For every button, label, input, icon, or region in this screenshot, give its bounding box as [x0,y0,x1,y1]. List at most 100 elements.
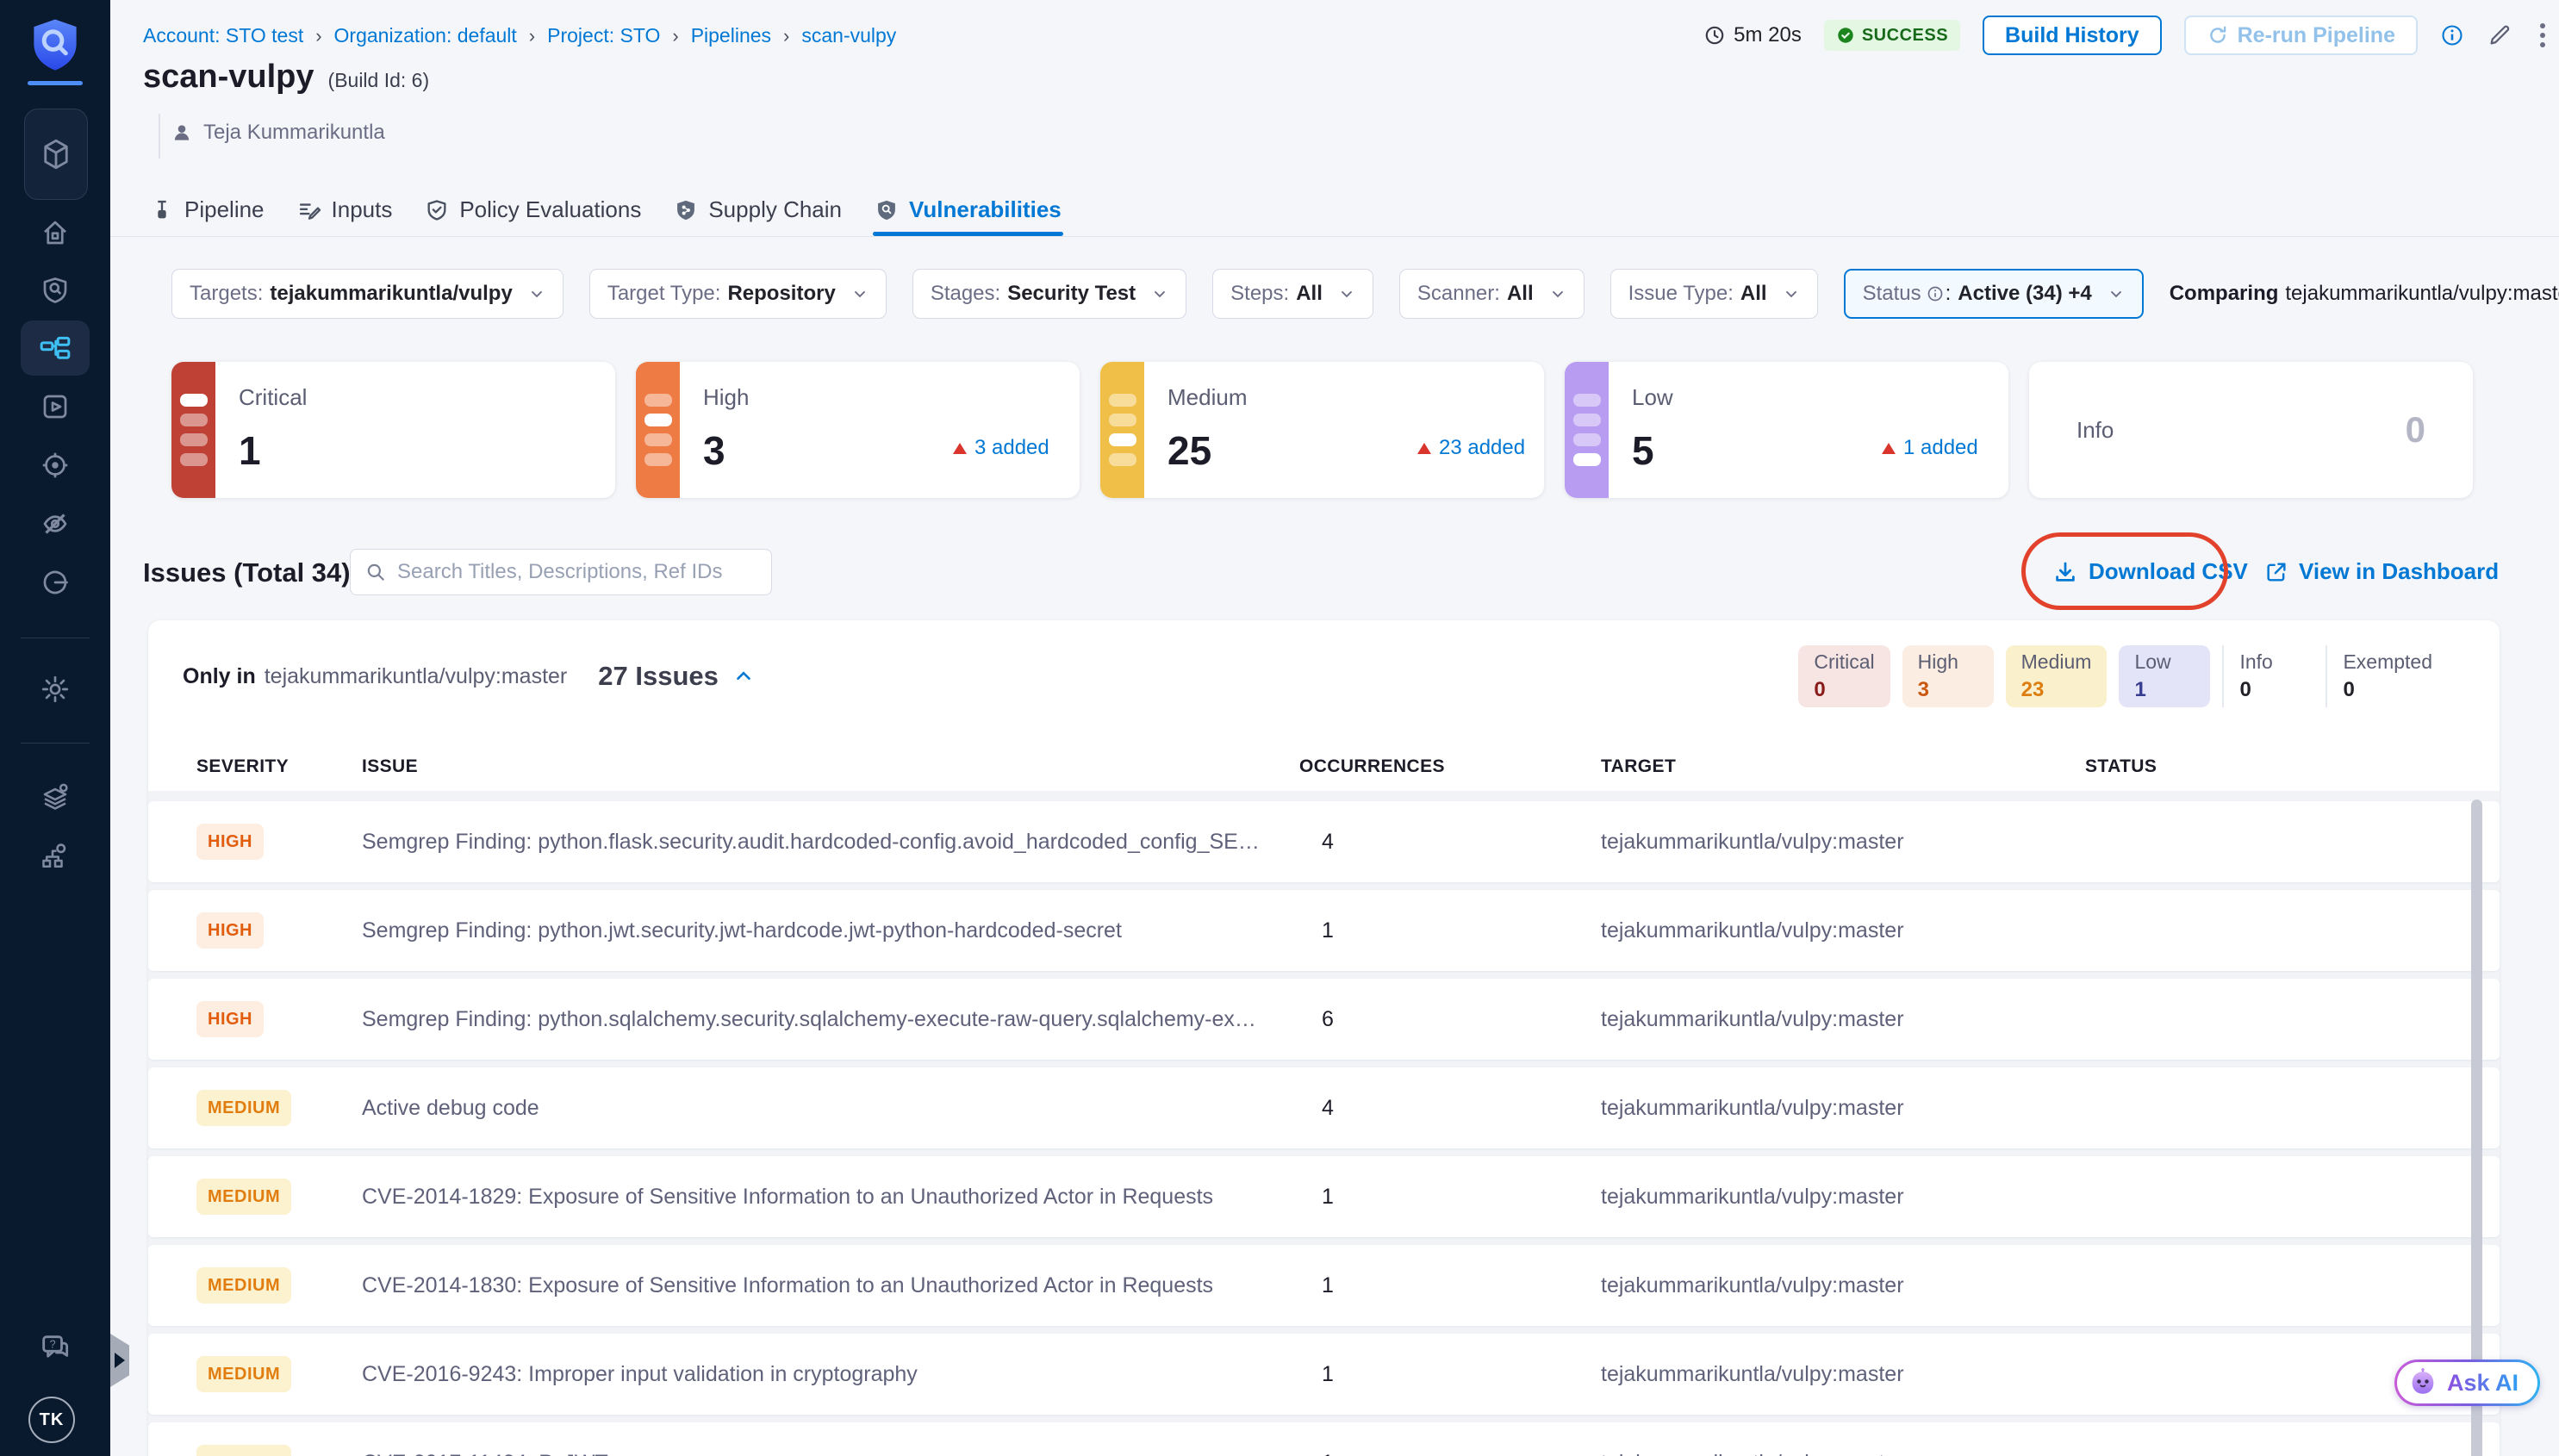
chevron-down-icon [1151,285,1168,302]
tab-supply-chain[interactable]: Supply Chain [672,184,844,236]
edit-pipeline-icon[interactable] [2487,22,2512,48]
severity-chip[interactable]: Medium 23 [2006,645,2108,707]
rerun-pipeline-button[interactable]: Re-run Pipeline [2184,16,2418,55]
table-scrollbar[interactable] [2471,800,2482,1456]
sidebar-expand-handle[interactable] [110,1334,129,1387]
breadcrumb-item: scan-vulpy › [801,24,896,47]
issue-target: tejakummarikuntla/vulpy:master [1601,1362,2085,1387]
breadcrumb-item: Organization: default › [334,24,548,47]
sidebar: ? TK [0,0,110,1456]
view-in-dashboard-button[interactable]: View in Dashboard [2264,558,2499,585]
chevron-down-icon [2108,285,2125,302]
severity-added-delta: 1 added [1882,436,1978,460]
chevron-down-icon [1338,285,1355,302]
tab-pipeline[interactable]: Pipeline [148,184,266,236]
table-row[interactable]: MEDIUM CVE-2016-9243: Improper input val… [148,1334,2500,1415]
sidebar-item-help[interactable]: ? [0,1331,110,1366]
issue-title: Semgrep Finding: python.jwt.security.jwt… [362,918,1299,943]
chevron-right-icon: › [672,25,678,47]
sidebar-item-home[interactable] [0,217,110,248]
sidebar-item-executions[interactable] [0,391,110,422]
table-row[interactable]: MEDIUM CVE-2017-11424: PyJWT ... 1 tejak… [148,1422,2500,1456]
chevron-down-icon [1549,285,1566,302]
table-row[interactable]: MEDIUM CVE-2014-1829: Exposure of Sensit… [148,1156,2500,1237]
ai-mascot-icon [2407,1367,2438,1398]
table-row[interactable]: MEDIUM Active debug code 4 tejakummariku… [148,1067,2500,1148]
info-icon[interactable] [2440,23,2464,47]
harness-sto-logo-icon[interactable] [29,17,81,72]
added-triangle-icon [1417,443,1431,454]
tab-inputs[interactable]: Inputs [296,184,395,236]
severity-card-count: 3 [703,427,725,474]
cube-icon [38,136,74,172]
severity-chip[interactable]: High 3 [1902,645,1994,707]
module-selector-button[interactable] [24,109,88,200]
filter-dropdown[interactable]: Steps: All [1212,269,1373,319]
search-icon [364,561,387,583]
issue-target: tejakummarikuntla/vulpy:master [1601,830,2085,855]
table-row[interactable]: HIGH Semgrep Finding: python.flask.secur… [148,801,2500,882]
breadcrumb-item: Account: STO test › [143,24,334,47]
breadcrumb-link[interactable]: Project: STO [547,24,660,47]
chevron-up-icon[interactable] [732,665,755,688]
issue-target: tejakummarikuntla/vulpy:master [1601,1185,2085,1210]
breadcrumb-link[interactable]: Pipelines [691,24,771,47]
filter-dropdown[interactable]: Scanner: All [1399,269,1585,319]
person-icon [171,121,193,144]
table-row[interactable]: MEDIUM CVE-2014-1830: Exposure of Sensit… [148,1245,2500,1326]
tab-policy-evaluations[interactable]: Policy Evaluations [423,184,643,236]
sidebar-item-modules[interactable] [0,781,110,812]
filter-dropdown[interactable]: Issue Type: All [1610,269,1818,319]
table-row[interactable]: HIGH Semgrep Finding: python.jwt.securit… [148,890,2500,971]
inputs-tab-icon [297,198,321,222]
severity-badge: MEDIUM [196,1356,291,1392]
filter-dropdown[interactable]: Target Type: Repository [589,269,887,319]
sidebar-item-targets[interactable] [0,450,110,481]
table-row[interactable]: HIGH Semgrep Finding: python.sqlalchemy.… [148,979,2500,1060]
issue-title: CVE-2016-9243: Improper input validation… [362,1362,1299,1387]
severity-card[interactable]: Critical 1 [171,362,615,498]
author-indent-line [159,114,160,159]
table-header: SEVERITY ISSUE OCCURRENCES TARGET STATUS [148,750,2500,784]
breadcrumb: Account: STO test › Organization: defaul… [143,24,896,47]
ask-ai-button[interactable]: Ask AI [2394,1360,2540,1406]
col-status-header: STATUS [2085,756,2451,777]
severity-card-count: 0 [2406,409,2425,451]
filter-dropdown[interactable]: Stages: Security Test [912,269,1186,319]
severity-gauge-icon [1100,362,1144,498]
severity-chip[interactable]: Low 1 [2119,645,2210,707]
info-severity-card[interactable]: Info 0 [2029,362,2473,498]
breadcrumb-link[interactable]: Account: STO test [143,24,303,47]
sidebar-item-pipelines[interactable] [0,333,110,365]
sidebar-item-scans[interactable] [0,275,110,306]
sidebar-item-exemptions[interactable] [0,508,110,539]
sidebar-item-chaos[interactable] [0,567,110,598]
severity-card[interactable]: Medium 25 23 added [1100,362,1544,498]
user-avatar[interactable]: TK [28,1397,75,1443]
download-csv-button[interactable]: Download CSV [2052,558,2248,585]
target-icon [40,450,71,481]
severity-card[interactable]: Low 5 1 added [1565,362,2008,498]
filter-dropdown[interactable]: Status Active (34) +4 [1844,269,2144,319]
pipelines-icon [39,333,72,365]
severity-card[interactable]: High 3 3 added [636,362,1080,498]
search-input[interactable] [395,559,757,585]
layers-gear-icon [40,781,71,812]
issue-title: Semgrep Finding: python.flask.security.a… [362,830,1299,855]
severity-badge: MEDIUM [196,1445,291,1456]
severity-card-count: 5 [1632,427,1654,474]
build-history-button[interactable]: Build History [1983,16,2162,55]
breadcrumb-link[interactable]: scan-vulpy [801,24,896,47]
severity-chip[interactable]: Exempted 0 [2326,645,2448,707]
more-options-icon[interactable] [2535,22,2550,49]
severity-chip[interactable]: Info 0 [2222,645,2313,707]
sidebar-item-infrastructure[interactable] [0,840,110,871]
severity-card-label: Critical [239,384,307,411]
severity-gauge-icon [636,362,680,498]
sidebar-item-settings[interactable] [0,674,110,705]
filter-dropdown[interactable]: Targets: tejakummarikuntla/vulpy [171,269,563,319]
tab-vulnerabilities[interactable]: Vulnerabilities [873,184,1063,236]
severity-badge: MEDIUM [196,1179,291,1215]
severity-chip[interactable]: Critical 0 [1798,645,1890,707]
breadcrumb-link[interactable]: Organization: default [334,24,517,47]
